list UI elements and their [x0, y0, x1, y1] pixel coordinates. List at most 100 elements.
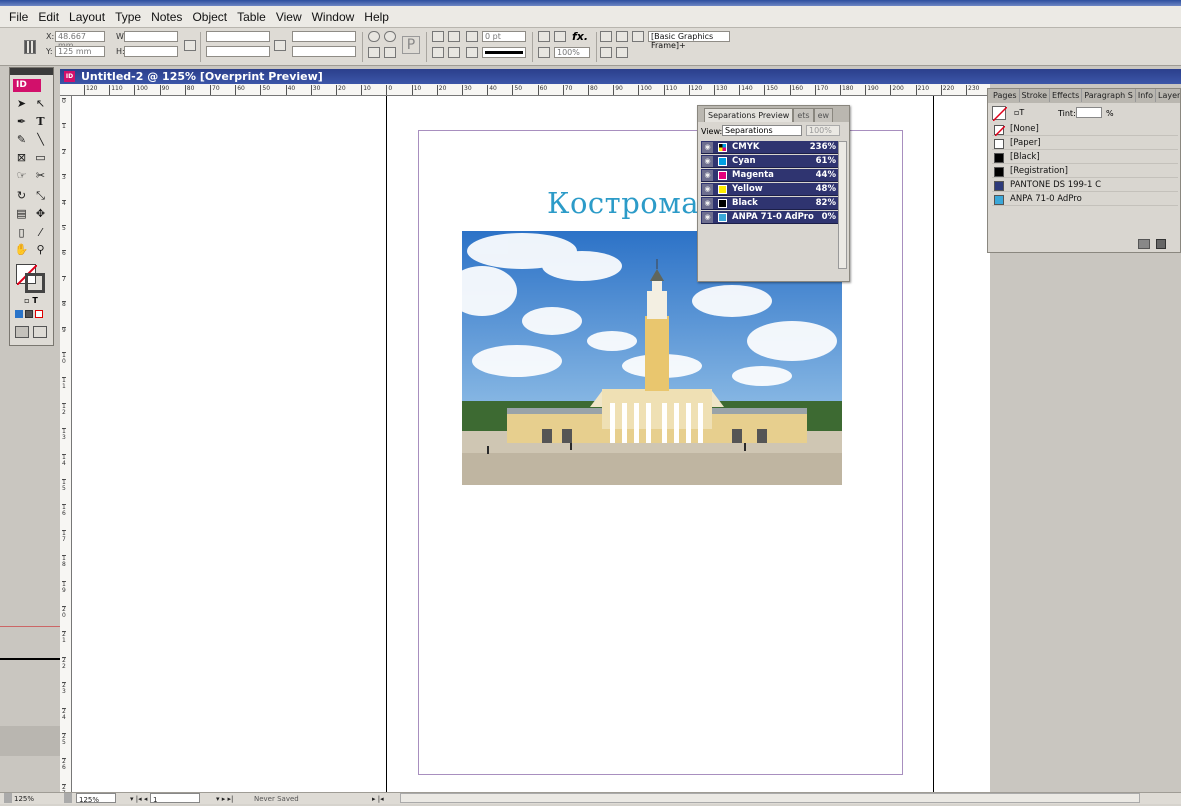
wrap-box-icon[interactable] [616, 31, 628, 42]
visibility-eye-icon[interactable]: ◉ [702, 142, 713, 153]
free-transform-tool-icon[interactable]: ✥ [32, 206, 49, 222]
type-tool-icon[interactable]: T [32, 114, 49, 130]
menu-type[interactable]: Type [110, 10, 146, 24]
swatch-row-paper[interactable]: [Paper] [992, 137, 1178, 150]
menu-notes[interactable]: Notes [146, 10, 187, 24]
y-position-field[interactable]: 125 mm [55, 46, 105, 57]
tools-panel-header[interactable] [10, 68, 53, 75]
swatch-row-pantone[interactable]: PANTONE DS 199-1 C [992, 179, 1178, 192]
flip-vertical-icon[interactable] [384, 47, 396, 58]
visibility-eye-icon[interactable]: ◉ [702, 156, 713, 167]
width-field[interactable] [124, 31, 178, 42]
page-number-field[interactable]: 1 [150, 793, 200, 804]
separation-row-yellow[interactable]: ◉ Yellow 48% [701, 183, 838, 196]
rotate-ccw-icon[interactable] [384, 31, 396, 42]
pen-tool-icon[interactable]: ✒ [13, 114, 30, 130]
constrain-scale-icon[interactable] [274, 40, 286, 51]
apply-none-icon[interactable] [35, 310, 43, 318]
flip-horizontal-icon[interactable] [368, 47, 380, 58]
select-container-icon[interactable] [432, 31, 444, 42]
swatch-row-black[interactable]: [Black] [992, 151, 1178, 164]
x-position-field[interactable]: 48.667 mm [55, 31, 105, 50]
formatting-container-icon[interactable]: ▫ T [16, 296, 46, 307]
tab-layers[interactable]: Layers [1156, 89, 1180, 102]
height-field[interactable] [124, 46, 178, 57]
separations-scrollbar[interactable] [838, 141, 847, 269]
vertical-ruler[interactable]: 0 1 2 3 4 5 6 7 8 9 1 0 1 1 1 2 1 3 1 4 1 5 1 6 1 7 1 8 1 9… [60, 96, 72, 792]
zoom-tool-icon[interactable]: ⚲ [32, 242, 49, 258]
select-next-icon[interactable] [448, 47, 460, 58]
swatch-row-anpa[interactable]: ANPA 71-0 AdPro [992, 193, 1178, 206]
zoom-menu-icon[interactable] [64, 793, 72, 803]
formatting-text-icon[interactable]: ▫T [1014, 108, 1024, 117]
separation-row-magenta[interactable]: ◉ Magenta 44% [701, 169, 838, 182]
select-previous-icon[interactable] [432, 47, 444, 58]
tab-separations-preview[interactable]: Separations Preview [704, 108, 794, 122]
direct-selection-tool-icon[interactable]: ↖ [32, 96, 49, 112]
stroke-type-select[interactable] [482, 47, 526, 58]
note-tool-icon[interactable]: ▯ [13, 225, 30, 241]
view-select[interactable]: Separations [722, 125, 802, 136]
menu-layout[interactable]: Layout [64, 10, 110, 24]
apply-gradient-icon[interactable] [25, 310, 33, 318]
status-menu-icon[interactable]: ▸ |◂ [372, 793, 384, 805]
reference-point-icon[interactable] [24, 40, 36, 54]
opacity-icon[interactable] [538, 47, 550, 58]
swatch-row-none[interactable]: [None] [992, 123, 1178, 137]
select-content-icon[interactable] [448, 31, 460, 42]
opacity-field[interactable]: 100% [554, 47, 590, 58]
visibility-eye-icon[interactable]: ◉ [702, 170, 713, 181]
visibility-eye-icon[interactable]: ◉ [702, 212, 713, 223]
next-page-icon[interactable]: ▾ ▸ ▸| [216, 793, 233, 805]
menu-window[interactable]: Window [307, 10, 360, 24]
tab-preview[interactable]: ew [813, 108, 834, 122]
object-style-icon[interactable] [632, 31, 644, 42]
menu-help[interactable]: Help [359, 10, 394, 24]
stroke-swatch[interactable] [25, 273, 45, 293]
rectangle-tool-icon[interactable]: ▭ [32, 150, 49, 166]
rectangle-frame-tool-icon[interactable]: ⊠ [13, 150, 30, 166]
pencil-tool-icon[interactable]: ✎ [13, 132, 30, 148]
tab-stroke[interactable]: Stroke [1020, 89, 1051, 102]
rotation-field[interactable] [292, 31, 356, 42]
separation-row-cyan[interactable]: ◉ Cyan 61% [701, 155, 838, 168]
stroke-icon[interactable] [466, 47, 478, 58]
selection-tool-icon[interactable]: ➤ [13, 96, 30, 112]
tab-attributes[interactable]: ets [793, 108, 814, 122]
button-tool-icon[interactable]: ☞ [13, 168, 30, 184]
separation-row-black[interactable]: ◉ Black 82% [701, 197, 838, 210]
menu-view[interactable]: View [271, 10, 307, 24]
frame-effect-icon[interactable] [554, 31, 566, 42]
zoom-field[interactable]: 100% [806, 125, 840, 136]
constrain-proportions-icon[interactable] [184, 40, 196, 51]
preview-mode-icon[interactable] [33, 326, 47, 338]
quick-apply-icon[interactable] [690, 47, 702, 58]
tint-field[interactable] [1076, 107, 1102, 118]
wrap-none-icon[interactable] [600, 31, 612, 42]
horizontal-ruler[interactable]: 120 110 100 90 80 70 60 50 40 30 20 10 0 10 20 30 40 50 60… [60, 84, 990, 96]
fill-stroke-icon[interactable] [992, 106, 1008, 122]
tab-info[interactable]: Info [1136, 89, 1156, 102]
eyedropper-tool-icon[interactable]: ⁄ [32, 225, 49, 241]
fill-icon[interactable] [466, 31, 478, 42]
rotate-cw-icon[interactable] [368, 31, 380, 42]
tab-effects[interactable]: Effects [1050, 89, 1083, 102]
menu-table[interactable]: Table [232, 10, 271, 24]
stroke-weight-field[interactable]: 0 pt [482, 31, 526, 42]
line-tool-icon[interactable]: ╲ [32, 132, 49, 148]
tab-paragraph-styles[interactable]: Paragraph S [1082, 89, 1136, 102]
document-canvas[interactable]: Кострома [72, 96, 990, 792]
zoom-field[interactable]: 125% [76, 793, 116, 804]
page[interactable]: Кострома [386, 96, 934, 792]
drop-shadow-icon[interactable] [538, 31, 550, 42]
normal-view-icon[interactable] [15, 326, 29, 338]
menu-edit[interactable]: Edit [33, 10, 64, 24]
separation-row-cmyk[interactable]: ◉ CMYK 236% [701, 141, 838, 154]
apply-color-icon[interactable] [15, 310, 23, 318]
fx-icon[interactable]: fx. [572, 30, 588, 43]
distribute-icon[interactable] [616, 47, 628, 58]
scale-tool-icon[interactable]: ⤡ [32, 188, 49, 204]
scissors-tool-icon[interactable]: ✂ [32, 168, 49, 184]
separation-row-spot[interactable]: ◉ ANPA 71-0 AdPro 0% [701, 211, 838, 224]
scale-y-field[interactable] [206, 46, 270, 57]
